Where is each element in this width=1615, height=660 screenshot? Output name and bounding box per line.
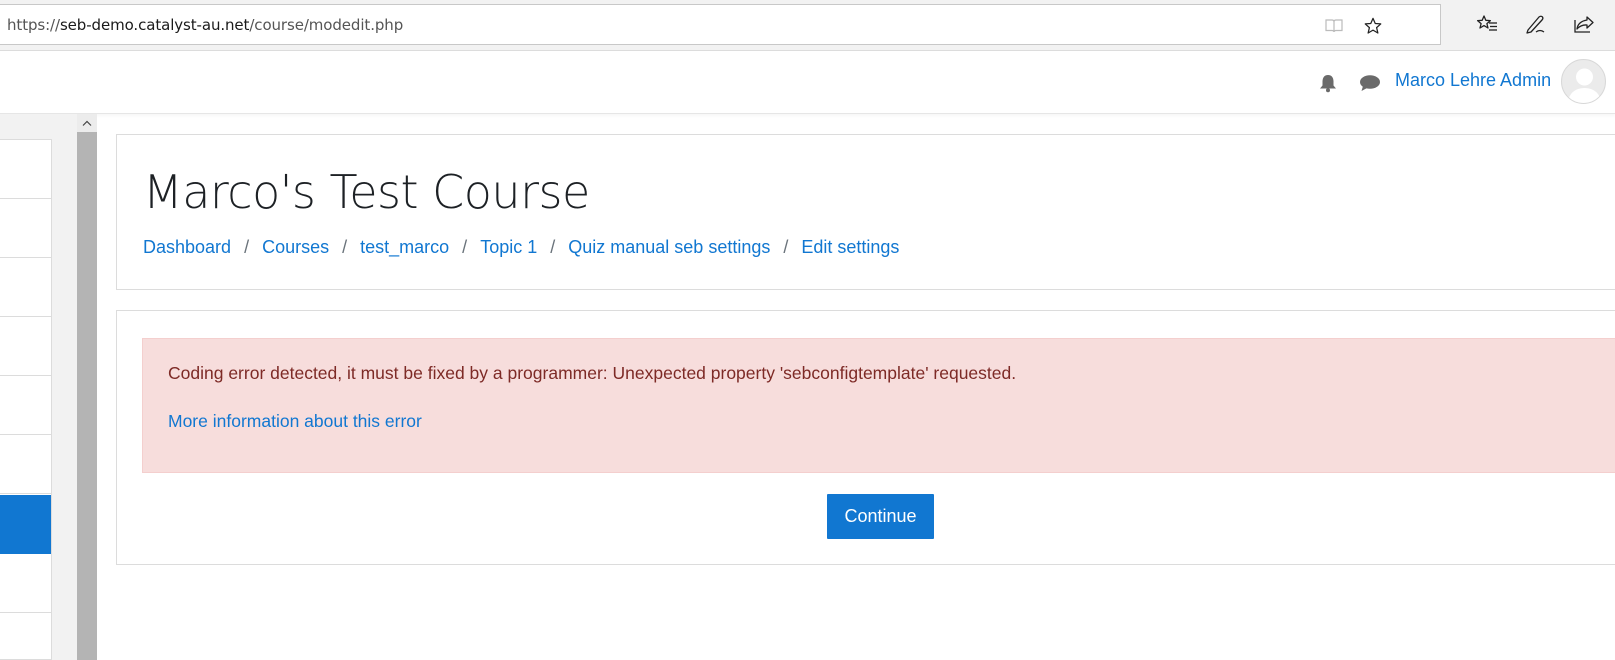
page-header: Marco's Test Course Dashboard / Courses … — [116, 134, 1615, 290]
favorite-star-icon[interactable] — [1363, 17, 1383, 35]
page-title: Marco's Test Course — [143, 165, 590, 219]
breadcrumb-separator: / — [244, 237, 250, 257]
drawer-item[interactable] — [0, 199, 51, 258]
breadcrumb-separator: / — [342, 237, 348, 257]
breadcrumb-course[interactable]: test_marco — [360, 237, 449, 258]
main-content: Coding error detected, it must be fixed … — [116, 310, 1615, 565]
site-navbar: Marco Lehre Admin — [0, 51, 1615, 114]
user-menu-name[interactable]: Marco Lehre Admin — [1395, 70, 1551, 91]
browser-toolbar: https://seb-demo.catalyst-au.net/course/… — [0, 0, 1615, 51]
drawer-item[interactable] — [0, 258, 51, 317]
pen-icon[interactable] — [1523, 12, 1547, 36]
breadcrumb-separator: / — [550, 237, 556, 257]
more-info-link[interactable]: More information about this error — [168, 411, 422, 432]
drawer-item[interactable] — [0, 376, 51, 435]
breadcrumb: Dashboard / Courses / test_marco / Topic… — [143, 237, 899, 258]
favorites-list-icon[interactable] — [1475, 12, 1499, 36]
breadcrumb-separator: / — [462, 237, 468, 257]
drawer-item[interactable] — [0, 554, 51, 613]
avatar[interactable] — [1561, 59, 1606, 104]
nav-drawer — [0, 114, 77, 660]
bell-icon[interactable] — [1317, 72, 1339, 94]
reading-view-icon[interactable] — [1324, 17, 1344, 35]
breadcrumb-quiz[interactable]: Quiz manual seb settings — [568, 237, 770, 258]
drawer-item[interactable] — [0, 140, 51, 199]
drawer-item[interactable] — [0, 435, 51, 494]
chat-icon[interactable] — [1359, 72, 1381, 94]
url-prefix: https:// — [7, 16, 60, 34]
address-bar[interactable]: https://seb-demo.catalyst-au.net/course/… — [0, 4, 1441, 45]
breadcrumb-topic[interactable]: Topic 1 — [480, 237, 537, 258]
drawer-item[interactable] — [0, 317, 51, 376]
url-host: seb-demo.catalyst-au.net — [59, 16, 250, 34]
url-text: https://seb-demo.catalyst-au.net/course/… — [7, 16, 403, 34]
scrollbar[interactable] — [77, 114, 97, 660]
error-alert: Coding error detected, it must be fixed … — [142, 338, 1615, 473]
breadcrumb-separator: / — [783, 237, 789, 257]
drawer-panel — [0, 139, 52, 660]
scroll-up-arrow-icon[interactable] — [77, 114, 97, 132]
url-path: /course/modedit.php — [249, 16, 404, 34]
continue-button[interactable]: Continue — [827, 494, 934, 539]
breadcrumb-edit-settings[interactable]: Edit settings — [801, 237, 899, 258]
error-message: Coding error detected, it must be fixed … — [168, 363, 1017, 383]
breadcrumb-dashboard[interactable]: Dashboard — [143, 237, 231, 258]
drawer-item-active[interactable] — [0, 495, 51, 554]
breadcrumb-courses[interactable]: Courses — [262, 237, 329, 258]
share-icon[interactable] — [1572, 12, 1596, 36]
